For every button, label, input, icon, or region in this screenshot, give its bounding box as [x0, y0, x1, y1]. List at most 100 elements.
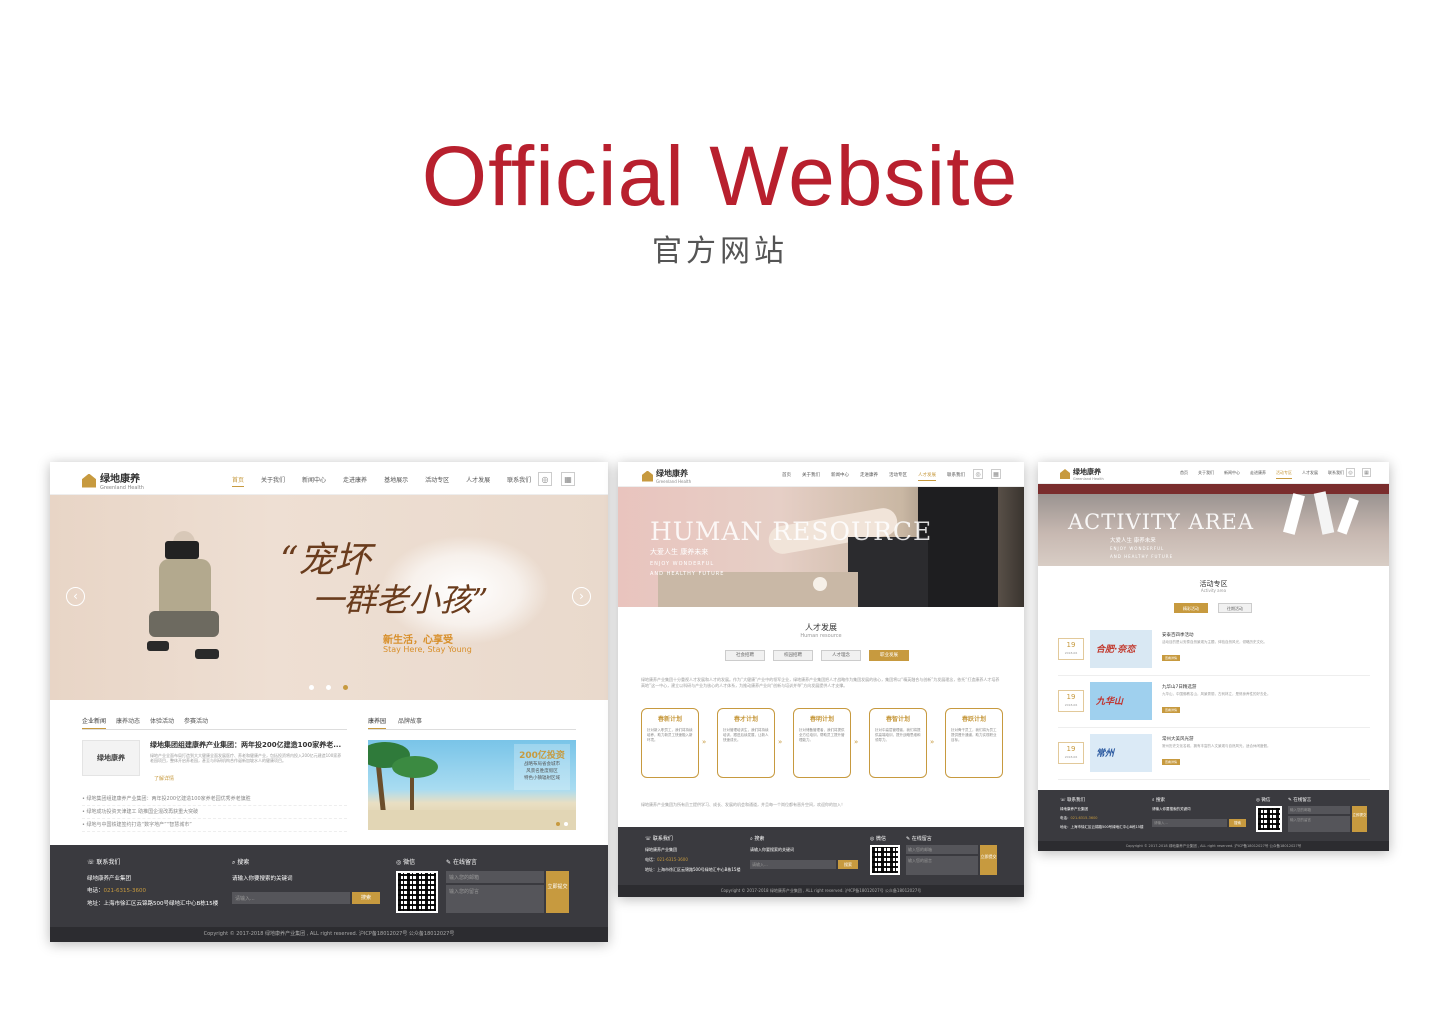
banner-en-line-1: ENJOY WONDERFUL [650, 561, 715, 567]
slide-dot[interactable] [326, 685, 331, 690]
search-button[interactable]: 搜索 [1229, 819, 1246, 827]
activity-title[interactable]: 九华山7日精选游 [1162, 684, 1196, 690]
email-field[interactable]: 输入您的邮箱 [906, 845, 978, 854]
submit-button[interactable]: 立即提交 [980, 845, 997, 875]
news-list-item[interactable]: • 绿地与中国铁建签约打造“数字地产”“智慧城市” [82, 819, 347, 832]
side-tab[interactable]: 品牌故事 [398, 716, 422, 729]
activity-tab[interactable]: 精彩活动 [1174, 603, 1208, 613]
submit-button[interactable]: 立即提交 [1352, 806, 1367, 832]
nav-item[interactable]: 首页 [232, 475, 245, 487]
section-title: 人才发展 [805, 623, 837, 632]
nav-item[interactable]: 活动专区 [425, 475, 449, 487]
nav-item[interactable]: 走进康养 [860, 472, 878, 481]
brand-logo[interactable]: 绿地康养 Greenland Health [642, 468, 691, 484]
wechat-icon[interactable]: ◎ [1346, 468, 1355, 477]
promo-dot[interactable] [564, 822, 568, 826]
promo-dot-active[interactable] [556, 822, 560, 826]
search-button[interactable]: 搜索 [838, 860, 858, 869]
search-button[interactable]: 搜索 [352, 892, 380, 904]
slide-dot[interactable] [309, 685, 314, 690]
next-slide-icon[interactable]: › [572, 587, 591, 606]
news-tab[interactable]: 康养动态 [116, 716, 140, 729]
hr-banner: HUMAN RESOURCE 大爱人生 康养未来 ENJOY WONDERFUL… [618, 487, 1024, 607]
hr-tab[interactable]: 职业发展 [869, 650, 909, 661]
search-input[interactable]: 请输入... [1152, 819, 1227, 827]
qrcode-icon[interactable]: ▦ [991, 469, 1001, 479]
message-title: ✎ 在线留言 [906, 836, 932, 842]
prev-slide-icon[interactable]: ‹ [66, 587, 85, 606]
wechat-title: ◎ 微信 [870, 836, 886, 842]
brand-logo[interactable]: 绿地康养 Greenland Health [82, 470, 144, 491]
submit-button[interactable]: 立即提交 [546, 871, 569, 913]
news-list-item[interactable]: • 绿地集团组建康养产业集团：两年投200亿建造100家养老园优秀养老旗胜 [82, 793, 347, 806]
message-field[interactable]: 输入您的留言 [1288, 816, 1350, 832]
message-field[interactable]: 输入您的留言 [446, 885, 544, 913]
nav-item[interactable]: 走进康养 [343, 475, 367, 487]
activity-body: 九华山，中国佛教名山，风景秀丽，古刹林立，是修身养性的好去处。 [1162, 692, 1271, 696]
plan-card[interactable]: 春明计划 针对储备管理者，我们将提供全方位培训，帮助员工提升管理能力。 [793, 708, 851, 778]
nav-item[interactable]: 联系我们 [1328, 470, 1344, 479]
plan-card[interactable]: 春跃计划 针对骨干员工，我们将为员工提供晋升通道，助力实现职业目标。 [945, 708, 1003, 778]
plan-card[interactable]: 春新计划 针对新入职员工，我们将持续培养，助力新员工快速融入新环境。 [641, 708, 699, 778]
nav-item[interactable]: 联系我们 [507, 475, 531, 487]
activity-item[interactable]: 19 2018-06 常州 常州大美风光游 常州历史文化名城，拥有丰富的人文景观与自然风… [1058, 734, 1370, 780]
email-field[interactable]: 输入您的邮箱 [446, 871, 544, 883]
brand-en: Greenland Health [100, 485, 144, 491]
search-input[interactable]: 请输入... [232, 892, 350, 904]
promo-image[interactable]: 200亿投资 战略布局省会城市 风景名胜度假区 特色小镇辐射区域 [368, 740, 576, 830]
news-tab[interactable]: 参赛活动 [184, 716, 208, 729]
email-field[interactable]: 输入您的邮箱 [1288, 806, 1350, 814]
activity-item[interactable]: 19 2018-06 合肥·奈恋 安泰百四季活动 活动目的是以安泰自然景观为主题，体验自… [1058, 630, 1370, 676]
nav-item[interactable]: 基地展示 [384, 475, 408, 487]
wechat-icon[interactable]: ◎ [538, 472, 552, 486]
news-title[interactable]: 绿地集团组建康养产业集团：两年投200亿建造100家养老... [150, 740, 345, 750]
date-ym: 2018-06 [1064, 651, 1078, 655]
nav-item[interactable]: 活动专区 [889, 472, 907, 481]
view-more-button[interactable]: 查看详情 [1162, 707, 1180, 713]
date-badge: 19 2018-06 [1058, 638, 1084, 660]
activity-title[interactable]: 常州大美风光游 [1162, 736, 1194, 742]
brand-logo[interactable]: 绿地康养 Greenland Health [1060, 467, 1104, 481]
activity-item[interactable]: 19 2018-06 九华山 九华山7日精选游 九华山，中国佛教名山，风景秀丽，古刹林立… [1058, 682, 1370, 728]
nav-item[interactable]: 活动专区 [1276, 470, 1292, 479]
nav-item[interactable]: 人才发展 [466, 475, 490, 487]
view-more-button[interactable]: 查看详情 [1162, 655, 1180, 661]
activity-title[interactable]: 安泰百四季活动 [1162, 632, 1194, 638]
activity-image[interactable]: 九华山 [1090, 682, 1152, 720]
logo-mark-icon [82, 473, 96, 488]
nav-item[interactable]: 联系我们 [947, 472, 965, 481]
nav-item[interactable]: 新闻中心 [831, 472, 849, 481]
activity-image[interactable]: 合肥·奈恋 [1090, 630, 1152, 668]
nav-item[interactable]: 关于我们 [802, 472, 820, 481]
nav-item[interactable]: 首页 [782, 472, 791, 481]
nav-item[interactable]: 关于我们 [1198, 470, 1214, 479]
news-tab[interactable]: 企业新闻 [82, 716, 107, 729]
nav-item[interactable]: 人才发展 [1302, 470, 1318, 479]
news-list-item[interactable]: • 绿地成功投资天津建工 助推国企混改再获重大突破 [82, 806, 347, 819]
plan-card[interactable]: 春才计划 针对管理培训生，我们将持续培训，跟进后续发展，让新人快速成长。 [717, 708, 775, 778]
activity-tab[interactable]: 往期活动 [1218, 603, 1252, 613]
nav-item[interactable]: 首页 [1180, 470, 1188, 479]
side-tab[interactable]: 康养园 [368, 716, 387, 729]
nav-item[interactable]: 新闻中心 [302, 475, 326, 487]
message-field[interactable]: 输入您的留言 [906, 856, 978, 875]
nav-item[interactable]: 走进康养 [1250, 470, 1266, 479]
search-input[interactable]: 请输入... [750, 860, 836, 869]
qrcode-icon[interactable]: ▦ [561, 472, 575, 486]
arrow-icon: » [702, 738, 707, 746]
news-tab[interactable]: 体验活动 [150, 716, 174, 729]
view-more-button[interactable]: 查看详情 [1162, 759, 1180, 765]
wechat-icon[interactable]: ◎ [973, 469, 983, 479]
hr-tab[interactable]: 人才理念 [821, 650, 861, 661]
hr-tab[interactable]: 社会招聘 [725, 650, 765, 661]
qrcode-icon[interactable]: ▦ [1362, 468, 1371, 477]
hr-tab[interactable]: 校园招聘 [773, 650, 813, 661]
nav-item[interactable]: 人才发展 [918, 472, 936, 481]
activity-image-text: 九华山 [1096, 697, 1124, 707]
news-more-link[interactable]: 了解详情 [154, 775, 174, 782]
nav-item[interactable]: 新闻中心 [1224, 470, 1240, 479]
slide-dot-active[interactable] [343, 685, 348, 690]
nav-item[interactable]: 关于我们 [261, 475, 285, 487]
plan-card[interactable]: 春智计划 针对中高层管理者，我们将提供高端培训，提升战略思维和领导力。 [869, 708, 927, 778]
activity-image[interactable]: 常州 [1090, 734, 1152, 772]
